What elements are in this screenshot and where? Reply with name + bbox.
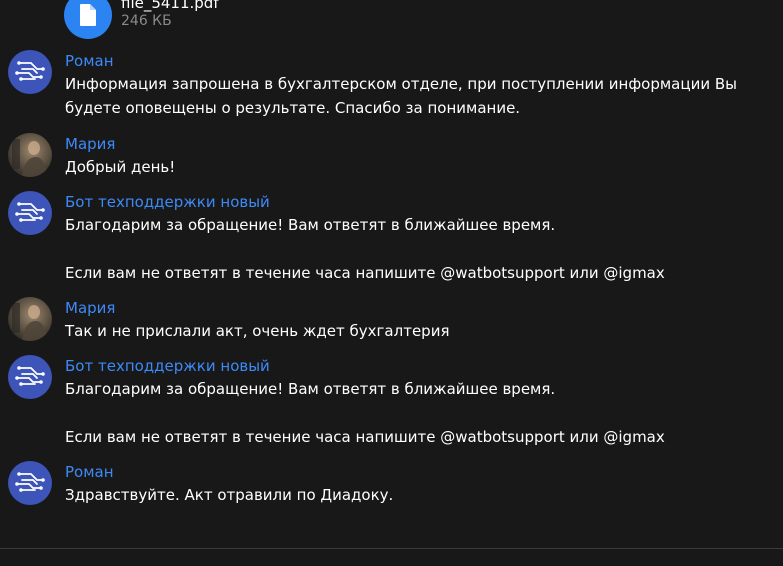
message-author[interactable]: Бот техподдержки новый [65, 191, 743, 213]
file-size: 246 КБ [121, 13, 172, 29]
bot-avatar[interactable] [8, 50, 52, 94]
bot-avatar[interactable] [8, 355, 52, 399]
composer-divider [0, 548, 783, 549]
message-text: Благодарим за обращение! Вам ответят в б… [65, 216, 665, 282]
message-author[interactable]: Роман [65, 461, 743, 483]
message-author[interactable]: Мария [65, 297, 743, 319]
file-name[interactable]: file_5411.pdf [121, 0, 219, 12]
message-author[interactable]: Роман [65, 50, 743, 72]
file-attachment[interactable]: file_5411.pdf 246 КБ [64, 0, 219, 40]
chat-history: file_5411.pdf 246 КБ Роман Информация за… [0, 0, 783, 566]
document-icon[interactable] [64, 0, 112, 39]
bot-avatar[interactable] [8, 191, 52, 235]
message-author[interactable]: Бот техподдержки новый [65, 355, 743, 377]
user-avatar[interactable] [8, 297, 52, 341]
message-text: Информация запрошена в бухгалтерском отд… [65, 75, 742, 117]
message-text: Так и не прислали акт, очень ждет бухгал… [65, 322, 450, 340]
message-text: Здравствуйте. Акт отравили по Диадоку. [65, 486, 394, 504]
message-author[interactable]: Мария [65, 133, 743, 155]
user-avatar[interactable] [8, 133, 52, 177]
message-text: Добрый день! [65, 158, 176, 176]
bot-avatar[interactable] [8, 461, 52, 505]
message-text: Благодарим за обращение! Вам ответят в б… [65, 380, 665, 446]
